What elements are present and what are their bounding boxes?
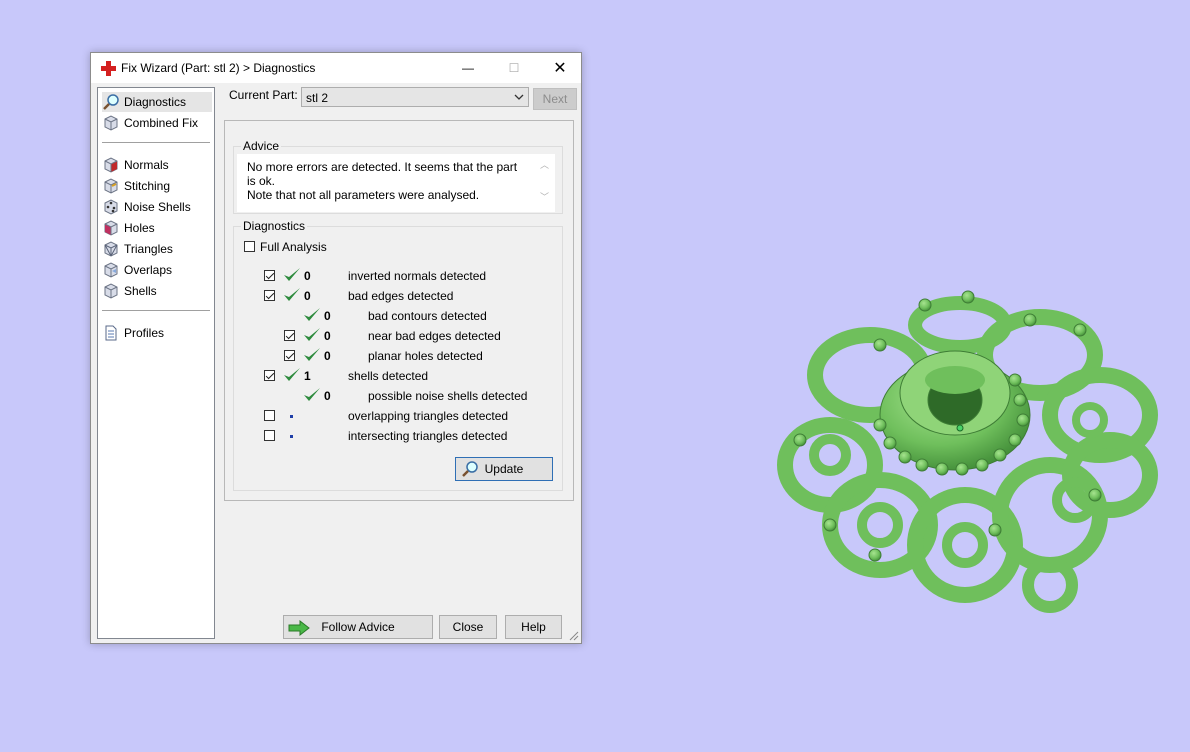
near-bad-edges-count: 0 — [324, 329, 331, 343]
sidebar-item-normals[interactable]: Normals — [102, 155, 212, 175]
intersecting-triangles-checkbox[interactable] — [264, 430, 275, 441]
bad-edges-checkbox[interactable] — [264, 290, 275, 301]
inverted-normals-label: inverted normals detected — [348, 269, 487, 283]
shells-checkbox[interactable] — [264, 370, 275, 381]
overlapping-triangles-checkbox[interactable] — [264, 410, 275, 421]
sidebar-item-noise-shells[interactable]: Noise Shells — [102, 197, 212, 217]
bad-edges-label: bad edges detected — [348, 289, 454, 303]
green-arrow-icon — [288, 620, 310, 636]
cube-normals-icon — [104, 157, 118, 173]
magnifier-icon — [103, 94, 119, 110]
diagnostics-title: Diagnostics — [241, 219, 308, 233]
sidebar-item-label: Normals — [124, 158, 169, 172]
cube-holes-icon — [104, 220, 118, 236]
cube-noise-icon — [104, 199, 118, 215]
close-window-button[interactable]: ✕ — [537, 53, 583, 83]
follow-advice-label: Follow Advice — [321, 620, 395, 634]
green-check-icon — [304, 348, 320, 361]
cube-shells-icon — [104, 283, 118, 299]
maximize-button[interactable]: ☐ — [491, 53, 537, 83]
green-check-icon — [284, 368, 300, 381]
green-check-icon — [284, 288, 300, 301]
current-part-select[interactable]: stl 2 — [301, 87, 529, 107]
sidebar-item-profiles[interactable]: Profiles — [102, 323, 212, 343]
chevron-down-icon — [514, 94, 524, 100]
bad-contours-count: 0 — [324, 309, 331, 323]
sidebar-divider — [102, 310, 210, 311]
inverted-normals-count: 0 — [304, 269, 311, 283]
sidebar: Diagnostics Combined Fix Normals Stitchi… — [97, 87, 215, 639]
full-analysis-checkbox[interactable] — [244, 241, 255, 252]
3d-model-part — [777, 290, 1158, 613]
app-cross-icon — [101, 61, 116, 76]
overlapping-triangles-label: overlapping triangles detected — [348, 409, 509, 423]
near-bad-edges-label: near bad edges detected — [368, 329, 501, 343]
green-check-icon — [304, 328, 320, 341]
sidebar-item-label: Profiles — [124, 326, 165, 340]
fix-wizard-window: Fix Wizard (Part: stl 2) > Diagnostics —… — [90, 52, 582, 644]
noise-shells-count: 0 — [324, 389, 331, 403]
bad-contours-label: bad contours detected — [368, 309, 487, 323]
sidebar-item-label: Stitching — [124, 179, 171, 193]
green-check-icon — [304, 308, 320, 321]
pending-dot-icon — [290, 435, 293, 438]
sidebar-item-overlaps[interactable]: Overlaps — [102, 260, 212, 280]
3d-model-viewport[interactable] — [770, 285, 1170, 625]
document-icon — [105, 325, 117, 341]
sidebar-item-shells[interactable]: Shells — [102, 281, 212, 301]
full-analysis-label: Full Analysis — [260, 240, 327, 254]
green-check-icon — [304, 388, 320, 401]
sidebar-item-label: Shells — [124, 284, 157, 298]
inverted-normals-checkbox[interactable] — [264, 270, 275, 281]
sidebar-item-label: Diagnostics — [124, 95, 187, 109]
sidebar-item-stitching[interactable]: Stitching — [102, 176, 212, 196]
resize-grip-icon[interactable] — [569, 631, 579, 641]
shells-label: shells detected — [348, 369, 429, 383]
cube-overlaps-icon — [104, 262, 118, 278]
advice-textbox: No more errors are detected. It seems th… — [237, 154, 555, 212]
help-button[interactable]: Help — [505, 615, 562, 639]
planar-holes-count: 0 — [324, 349, 331, 363]
sidebar-item-holes[interactable]: Holes — [102, 218, 212, 238]
follow-advice-button[interactable]: Follow Advice — [283, 615, 433, 639]
sidebar-item-label: Combined Fix — [124, 116, 199, 130]
advice-line: Note that not all parameters were analys… — [247, 188, 480, 202]
bad-edges-count: 0 — [304, 289, 311, 303]
sidebar-item-combined-fix[interactable]: Combined Fix — [102, 113, 212, 133]
current-part-label: Current Part: — [229, 88, 298, 102]
near-bad-edges-checkbox[interactable] — [284, 330, 295, 341]
cube-stitching-icon — [104, 178, 118, 194]
cube-triangles-icon — [104, 241, 118, 257]
scroll-down-icon[interactable]: ﹀ — [540, 190, 549, 203]
pending-dot-icon — [290, 415, 293, 418]
sidebar-divider — [102, 142, 210, 143]
update-button[interactable]: Update — [455, 457, 553, 481]
sidebar-item-label: Overlaps — [124, 263, 173, 277]
next-button[interactable]: Next — [533, 88, 577, 110]
planar-holes-label: planar holes detected — [368, 349, 483, 363]
sidebar-item-label: Noise Shells — [124, 200, 191, 214]
update-label: Update — [484, 462, 524, 476]
green-check-icon — [284, 268, 300, 281]
sidebar-item-diagnostics[interactable]: Diagnostics — [102, 92, 212, 112]
planar-holes-checkbox[interactable] — [284, 350, 295, 361]
window-title: Fix Wizard (Part: stl 2) > Diagnostics — [121, 61, 316, 75]
title-bar: Fix Wizard (Part: stl 2) > Diagnostics —… — [91, 53, 581, 83]
scroll-up-icon[interactable]: ︿ — [540, 158, 549, 171]
sidebar-item-label: Holes — [124, 221, 155, 235]
magnifier-icon — [462, 461, 478, 477]
noise-shells-label: possible noise shells detected — [368, 389, 528, 403]
close-button[interactable]: Close — [439, 615, 497, 639]
minimize-button[interactable]: — — [445, 53, 491, 83]
shells-count: 1 — [304, 369, 311, 383]
sidebar-item-label: Triangles — [124, 242, 173, 256]
current-part-value: stl 2 — [306, 91, 329, 105]
advice-title: Advice — [241, 139, 282, 153]
advice-line: No more errors are detected. It seems th… — [247, 160, 518, 188]
sidebar-item-triangles[interactable]: Triangles — [102, 239, 212, 259]
cube-icon — [104, 115, 118, 131]
intersecting-triangles-label: intersecting triangles detected — [348, 429, 508, 443]
